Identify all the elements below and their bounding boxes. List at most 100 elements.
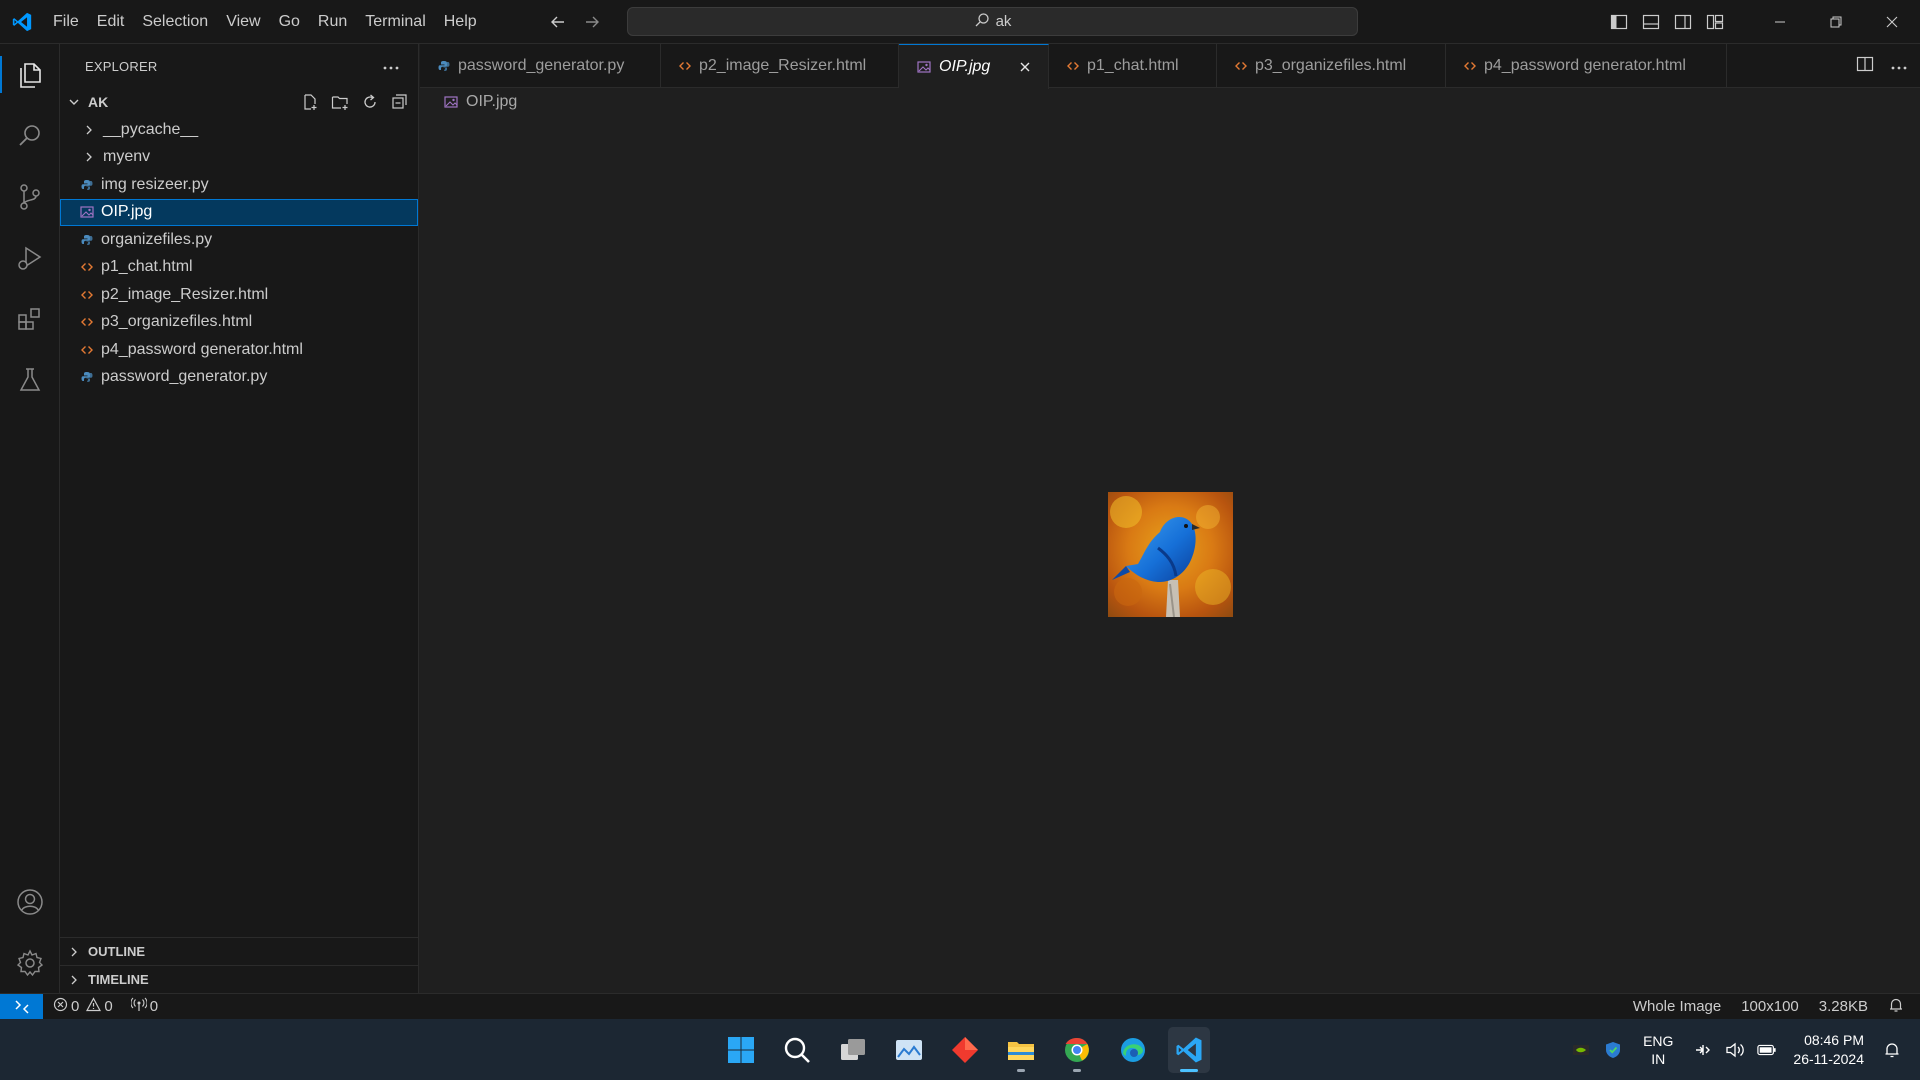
tree-item-label: p3_organizefiles.html: [101, 313, 253, 331]
chevron-right-icon: [81, 122, 97, 138]
zoom-level[interactable]: Whole Image: [1633, 998, 1721, 1015]
battery-icon[interactable]: [1757, 1040, 1777, 1060]
collapse-all-icon[interactable]: [390, 92, 410, 112]
chevron-down-icon: [66, 95, 82, 109]
python-file-icon: [438, 60, 450, 72]
new-folder-icon[interactable]: [330, 92, 350, 112]
tree-item-label: p2_image_Resizer.html: [101, 285, 269, 303]
menu-edit[interactable]: Edit: [88, 0, 134, 44]
edge-browser-icon[interactable]: [1112, 1027, 1154, 1073]
nvidia-icon[interactable]: [1571, 1040, 1591, 1060]
remote-indicator-button[interactable]: [0, 993, 43, 1020]
command-center-search[interactable]: ak: [627, 7, 1358, 36]
tree-item-p1-chat[interactable]: p1_chat.html: [60, 254, 418, 282]
volume-icon[interactable]: [1725, 1040, 1745, 1060]
toggle-secondary-sidebar-icon[interactable]: [1674, 13, 1692, 31]
tree-item-p3-organizefiles[interactable]: p3_organizefiles.html: [60, 309, 418, 337]
vscode-logo-icon[interactable]: [0, 0, 44, 44]
file-explorer-icon[interactable]: [1000, 1027, 1042, 1073]
accounts-icon[interactable]: [0, 871, 60, 932]
tree-item-password-generator[interactable]: password_generator.py: [60, 364, 418, 392]
clock[interactable]: 08:46 PM 26-11-2024: [1793, 1031, 1864, 1069]
settings-gear-icon[interactable]: [0, 932, 60, 993]
menu-file[interactable]: File: [44, 0, 88, 44]
minimize-button[interactable]: [1752, 0, 1808, 44]
image-size: 3.28KB: [1818, 998, 1868, 1015]
tree-item-img-resizeer[interactable]: img resizeer.py: [60, 171, 418, 199]
error-icon: [53, 997, 68, 1016]
new-file-icon[interactable]: [300, 92, 320, 112]
explorer-icon[interactable]: [0, 44, 60, 105]
html-file-icon: [79, 261, 95, 273]
windows-taskbar: ENG IN 08:46 PM 26-11-2024: [0, 1019, 1920, 1080]
network-icon[interactable]: [1693, 1040, 1713, 1060]
clock-time: 08:46 PM: [1804, 1031, 1864, 1048]
tree-item-p4-password-generator[interactable]: p4_password generator.html: [60, 336, 418, 364]
run-debug-icon[interactable]: [0, 227, 60, 288]
notifications-bell-icon[interactable]: [1888, 997, 1904, 1017]
close-window-button[interactable]: [1864, 0, 1920, 44]
tree-item-p2-image-resizer[interactable]: p2_image_Resizer.html: [60, 281, 418, 309]
close-tab-icon[interactable]: [1018, 59, 1032, 75]
python-file-icon: [79, 234, 95, 246]
task-view-icon[interactable]: [832, 1027, 874, 1073]
chrome-browser-icon[interactable]: [1056, 1027, 1098, 1073]
menu-terminal[interactable]: Terminal: [356, 0, 434, 44]
chevron-right-icon: [66, 974, 82, 986]
ports-indicator[interactable]: 0: [130, 997, 158, 1016]
app-red-diamond-icon[interactable]: [944, 1027, 986, 1073]
restore-button[interactable]: [1808, 0, 1864, 44]
vscode-taskbar-icon[interactable]: [1168, 1026, 1210, 1073]
tree-item-myenv[interactable]: myenv: [60, 144, 418, 172]
split-editor-icon[interactable]: [1856, 55, 1874, 77]
language-indicator[interactable]: ENG IN: [1643, 1032, 1673, 1068]
toggle-panel-icon[interactable]: [1642, 13, 1660, 31]
source-control-icon[interactable]: [0, 166, 60, 227]
tree-item-label: OIP.jpg: [101, 203, 153, 221]
more-actions-icon[interactable]: [382, 59, 400, 74]
menu-run[interactable]: Run: [309, 0, 356, 44]
notification-bell-icon[interactable]: [1882, 1040, 1902, 1060]
title-bar: File Edit Selection View Go Run Terminal…: [0, 0, 1920, 44]
editor-tabs: password_generator.py p2_image_Resizer.h…: [420, 44, 1920, 89]
photos-app-icon[interactable]: [888, 1027, 930, 1073]
menu-help[interactable]: Help: [435, 0, 486, 44]
toggle-primary-sidebar-icon[interactable]: [1610, 13, 1628, 31]
html-file-icon: [1235, 60, 1247, 72]
tab-oip-jpg[interactable]: OIP.jpg: [899, 44, 1049, 89]
tab-p1-chat[interactable]: p1_chat.html: [1049, 44, 1217, 88]
problems-indicator[interactable]: 0 0: [53, 997, 113, 1016]
windows-start-icon[interactable]: [720, 1027, 762, 1073]
forward-arrow-icon[interactable]: [582, 12, 602, 32]
security-shield-icon[interactable]: [1603, 1040, 1623, 1060]
back-arrow-icon[interactable]: [548, 12, 568, 32]
testing-flask-icon[interactable]: [0, 349, 60, 410]
tab-label: OIP.jpg: [939, 58, 991, 75]
more-actions-icon[interactable]: [1890, 57, 1908, 75]
workspace-folder[interactable]: AK: [60, 88, 418, 116]
tree-item-pycache[interactable]: __pycache__: [60, 116, 418, 144]
tab-p3-organizefiles[interactable]: p3_organizefiles.html: [1217, 44, 1446, 88]
tree-item-organizefiles[interactable]: organizefiles.py: [60, 226, 418, 254]
breadcrumb[interactable]: OIP.jpg: [420, 89, 517, 115]
tree-item-oip-jpg[interactable]: OIP.jpg: [60, 198, 418, 226]
menu-view[interactable]: View: [217, 0, 269, 44]
timeline-section[interactable]: TIMELINE: [60, 965, 419, 993]
menu-bar: File Edit Selection View Go Run Terminal…: [44, 0, 486, 44]
taskbar-search-icon[interactable]: [776, 1027, 818, 1073]
extensions-icon[interactable]: [0, 288, 60, 349]
customize-layout-icon[interactable]: [1706, 13, 1724, 31]
menu-selection[interactable]: Selection: [133, 0, 217, 44]
tab-label: p2_image_Resizer.html: [699, 57, 867, 74]
outline-section[interactable]: OUTLINE: [60, 937, 419, 965]
menu-go[interactable]: Go: [270, 0, 309, 44]
system-tray: ENG IN 08:46 PM 26-11-2024: [1565, 1019, 1920, 1080]
html-file-icon: [79, 316, 95, 328]
refresh-icon[interactable]: [360, 92, 380, 112]
tab-p4-password-generator[interactable]: p4_password generator.html: [1446, 44, 1727, 88]
clock-date: 26-11-2024: [1793, 1050, 1864, 1067]
image-preview-bird[interactable]: [1108, 492, 1233, 617]
tab-password-generator-py[interactable]: password_generator.py: [420, 44, 661, 88]
tab-p2-image-resizer[interactable]: p2_image_Resizer.html: [661, 44, 899, 88]
search-icon[interactable]: [0, 105, 60, 166]
